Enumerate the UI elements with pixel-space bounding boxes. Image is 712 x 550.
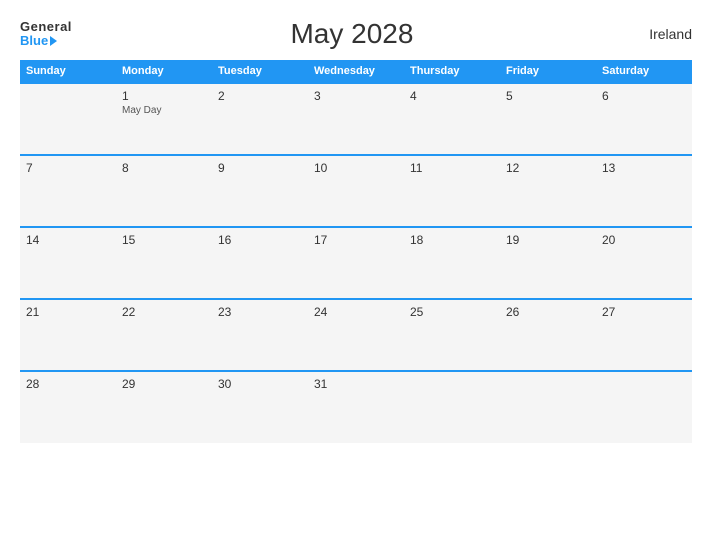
day-number: 14 — [26, 233, 110, 247]
day-number: 22 — [122, 305, 206, 319]
calendar-cell: 2 — [212, 83, 308, 155]
day-number: 20 — [602, 233, 686, 247]
logo: General Blue — [20, 20, 72, 49]
day-number: 26 — [506, 305, 590, 319]
day-number: 29 — [122, 377, 206, 391]
day-number: 12 — [506, 161, 590, 175]
calendar-cell: 31 — [308, 371, 404, 443]
calendar-cell: 3 — [308, 83, 404, 155]
calendar-table: Sunday Monday Tuesday Wednesday Thursday… — [20, 60, 692, 443]
header-tuesday: Tuesday — [212, 60, 308, 83]
day-number: 16 — [218, 233, 302, 247]
calendar-cell: 12 — [500, 155, 596, 227]
day-number: 17 — [314, 233, 398, 247]
calendar-cell: 18 — [404, 227, 500, 299]
day-number: 11 — [410, 161, 494, 175]
calendar-cell: 25 — [404, 299, 500, 371]
day-number: 10 — [314, 161, 398, 175]
calendar-week-row: 21 22 23 24 25 26 27 — [20, 299, 692, 371]
calendar-cell — [596, 371, 692, 443]
calendar-cell: 1 May Day — [116, 83, 212, 155]
calendar-cell: 4 — [404, 83, 500, 155]
calendar-cell: 26 — [500, 299, 596, 371]
day-number: 19 — [506, 233, 590, 247]
day-number: 8 — [122, 161, 206, 175]
country-label: Ireland — [632, 26, 692, 42]
calendar-cell: 14 — [20, 227, 116, 299]
day-number: 31 — [314, 377, 398, 391]
logo-general-text: General — [20, 20, 72, 34]
weekday-header-row: Sunday Monday Tuesday Wednesday Thursday… — [20, 60, 692, 83]
header-monday: Monday — [116, 60, 212, 83]
day-number: 5 — [506, 89, 590, 103]
calendar-cell: 10 — [308, 155, 404, 227]
calendar-cell: 15 — [116, 227, 212, 299]
holiday-name: May Day — [122, 105, 206, 116]
day-number: 2 — [218, 89, 302, 103]
calendar-cell: 5 — [500, 83, 596, 155]
calendar-cell — [20, 83, 116, 155]
calendar-cell: 19 — [500, 227, 596, 299]
calendar-cell: 23 — [212, 299, 308, 371]
calendar-cell: 16 — [212, 227, 308, 299]
header-wednesday: Wednesday — [308, 60, 404, 83]
calendar-cell: 6 — [596, 83, 692, 155]
calendar-week-row: 1 May Day 23456 — [20, 83, 692, 155]
calendar-page: General Blue May 2028 Ireland Sunday Mon… — [0, 0, 712, 550]
header-friday: Friday — [500, 60, 596, 83]
calendar-week-row: 14 15 16 17 18 19 20 — [20, 227, 692, 299]
calendar-cell: 27 — [596, 299, 692, 371]
day-number: 24 — [314, 305, 398, 319]
day-number: 1 — [122, 89, 206, 103]
day-number: 7 — [26, 161, 110, 175]
logo-triangle-icon — [50, 36, 57, 46]
calendar-week-row: 789 10 11 12 13 — [20, 155, 692, 227]
calendar-cell: 30 — [212, 371, 308, 443]
day-number: 18 — [410, 233, 494, 247]
day-number: 27 — [602, 305, 686, 319]
calendar-cell: 28 — [20, 371, 116, 443]
calendar-cell: 29 — [116, 371, 212, 443]
day-number: 21 — [26, 305, 110, 319]
calendar-cell — [404, 371, 500, 443]
calendar-cell: 17 — [308, 227, 404, 299]
day-number: 25 — [410, 305, 494, 319]
day-number: 4 — [410, 89, 494, 103]
header-sunday: Sunday — [20, 60, 116, 83]
header-saturday: Saturday — [596, 60, 692, 83]
calendar-cell: 20 — [596, 227, 692, 299]
logo-blue-text: Blue — [20, 34, 72, 48]
day-number: 28 — [26, 377, 110, 391]
day-number: 9 — [218, 161, 302, 175]
calendar-cell: 7 — [20, 155, 116, 227]
calendar-cell: 24 — [308, 299, 404, 371]
calendar-cell: 9 — [212, 155, 308, 227]
day-number: 15 — [122, 233, 206, 247]
day-number: 6 — [602, 89, 686, 103]
calendar-cell: 21 — [20, 299, 116, 371]
calendar-week-row: 28 29 30 31 — [20, 371, 692, 443]
day-number: 23 — [218, 305, 302, 319]
header-thursday: Thursday — [404, 60, 500, 83]
day-number: 13 — [602, 161, 686, 175]
header: General Blue May 2028 Ireland — [20, 18, 692, 50]
calendar-cell: 13 — [596, 155, 692, 227]
calendar-cell: 8 — [116, 155, 212, 227]
day-number: 3 — [314, 89, 398, 103]
calendar-cell: 22 — [116, 299, 212, 371]
calendar-cell: 11 — [404, 155, 500, 227]
month-title: May 2028 — [72, 18, 632, 50]
calendar-cell — [500, 371, 596, 443]
day-number: 30 — [218, 377, 302, 391]
